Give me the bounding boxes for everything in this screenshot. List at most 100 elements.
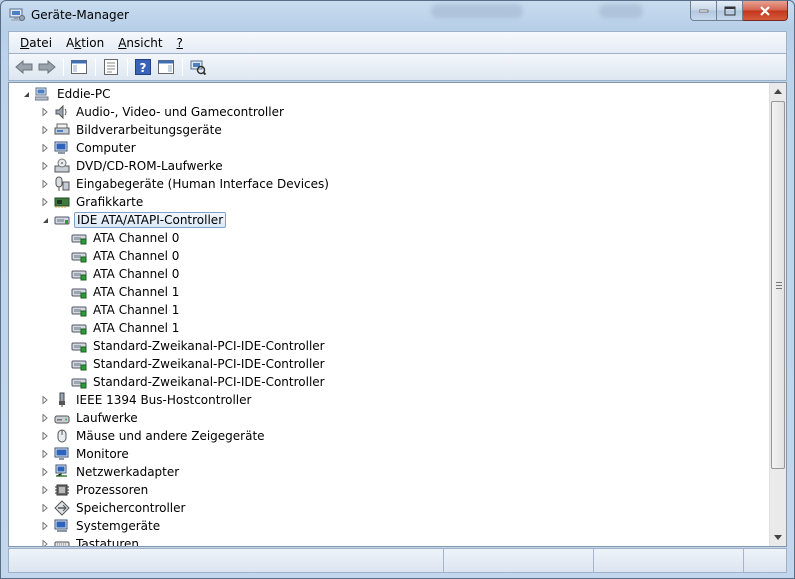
- speaker-icon: [55, 104, 67, 120]
- tree-category[interactable]: Monitore: [40, 445, 131, 463]
- ide-controller-icon: [54, 216, 70, 225]
- tree-category[interactable]: Tastaturen: [40, 535, 141, 546]
- tree-category[interactable]: Speichercontroller: [40, 499, 187, 517]
- action-pane-icon: [158, 60, 174, 74]
- ata-channel-icon: [71, 360, 87, 371]
- expand-arrow-icon[interactable]: [40, 391, 50, 409]
- expand-arrow-icon[interactable]: [40, 427, 50, 445]
- processor-icon: [55, 484, 69, 496]
- mouse-icon: [57, 429, 67, 443]
- help-button[interactable]: ?: [132, 56, 154, 78]
- svg-text:?: ?: [140, 61, 147, 75]
- tree-category[interactable]: Audio-, Video- und Gamecontroller: [40, 103, 286, 121]
- expand-arrow-icon[interactable]: [40, 139, 50, 157]
- expand-arrow-icon[interactable]: [40, 517, 50, 535]
- tree-node-label: Audio-, Video- und Gamecontroller: [76, 105, 284, 119]
- title-background-blur: [431, 4, 523, 18]
- forward-arrow-icon: [38, 60, 56, 74]
- vertical-scrollbar[interactable]: [769, 83, 786, 546]
- hid-icon: [55, 176, 70, 191]
- scan-hardware-button[interactable]: [187, 56, 209, 78]
- scrollbar-thumb[interactable]: [771, 101, 785, 469]
- tree-category[interactable]: IDE ATA/ATAPI-Controller: [40, 211, 227, 229]
- expand-arrow-icon[interactable]: [40, 481, 50, 499]
- expand-arrow-icon[interactable]: [40, 463, 50, 481]
- back-button[interactable]: [13, 56, 35, 78]
- menu-datei[interactable]: Datei: [13, 36, 59, 50]
- tree-node-label: Eddie-PC: [57, 87, 111, 101]
- title-bar[interactable]: Geräte-Manager: [1, 1, 794, 31]
- toolbar-separator: [95, 58, 96, 76]
- tree-category[interactable]: DVD/CD-ROM-Laufwerke: [40, 157, 225, 175]
- show-hide-console-tree-button[interactable]: [68, 56, 90, 78]
- close-button[interactable]: [743, 1, 788, 21]
- expand-arrow-icon[interactable]: [40, 157, 50, 175]
- tree-device[interactable]: ATA Channel 0: [71, 229, 181, 247]
- tree-device[interactable]: ATA Channel 0: [71, 265, 181, 283]
- help-icon: ?: [135, 59, 151, 75]
- tree-category[interactable]: Computer: [40, 139, 138, 157]
- computer-root-icon: [35, 87, 49, 101]
- monitor-icon: [54, 447, 69, 460]
- device-tree: Eddie-PC Audio-, Video- und Gamecontrolle…: [9, 83, 771, 546]
- disk-drive-icon: [54, 415, 70, 424]
- collapse-arrow-icon[interactable]: [40, 211, 50, 229]
- tree-device[interactable]: Standard-Zweikanal-PCI-IDE-Controller: [71, 337, 327, 355]
- expand-arrow-icon[interactable]: [40, 409, 50, 427]
- properties-icon: [104, 59, 118, 75]
- tree-root-computer[interactable]: Eddie-PC: [21, 85, 112, 103]
- tree-node-label: ATA Channel 0: [93, 249, 180, 263]
- tree-node-label: Netzwerkadapter: [76, 465, 180, 479]
- tree-category[interactable]: Mäuse und andere Zeigegeräte: [40, 427, 267, 445]
- tree-node-label: IDE ATA/ATAPI-Controller: [74, 212, 227, 228]
- tree-category[interactable]: IEEE 1394 Bus-Hostcontroller: [40, 391, 253, 409]
- tree-category[interactable]: Prozessoren: [40, 481, 150, 499]
- menu-help[interactable]: ?: [170, 36, 190, 50]
- expand-arrow-icon[interactable]: [40, 175, 50, 193]
- tree-category[interactable]: Eingabegeräte (Human Interface Devices): [40, 175, 331, 193]
- expand-arrow-icon[interactable]: [40, 193, 50, 211]
- menu-ansicht[interactable]: Ansicht: [111, 36, 169, 50]
- tree-category[interactable]: Grafikkarte: [40, 193, 145, 211]
- tree-node-label: ATA Channel 0: [93, 267, 180, 281]
- status-pane: [444, 549, 594, 572]
- status-pane: [594, 549, 744, 572]
- minimize-button[interactable]: [690, 1, 717, 21]
- expand-arrow-icon[interactable]: [40, 535, 50, 546]
- show-hide-console-tree-icon: [71, 60, 87, 74]
- restore-icon: [724, 6, 735, 15]
- tree-device[interactable]: Standard-Zweikanal-PCI-IDE-Controller: [71, 373, 327, 391]
- tree-device[interactable]: ATA Channel 1: [71, 319, 181, 337]
- expand-arrow-icon[interactable]: [40, 103, 50, 121]
- tree-device[interactable]: ATA Channel 1: [71, 283, 181, 301]
- tree-device[interactable]: ATA Channel 1: [71, 301, 181, 319]
- computer-icon: [54, 141, 68, 154]
- expand-arrow-icon[interactable]: [40, 499, 50, 517]
- forward-button[interactable]: [36, 56, 58, 78]
- ata-channel-icon: [71, 270, 87, 281]
- tree-category[interactable]: Bildverarbeitungsgeräte: [40, 121, 224, 139]
- tree-device[interactable]: Standard-Zweikanal-PCI-IDE-Controller: [71, 355, 327, 373]
- tree-device[interactable]: ATA Channel 0: [71, 247, 181, 265]
- scroll-up-button[interactable]: [770, 83, 786, 100]
- action-pane-button[interactable]: [155, 56, 177, 78]
- tree-node-label: Standard-Zweikanal-PCI-IDE-Controller: [93, 339, 325, 353]
- tree-node-label: Mäuse und andere Zeigegeräte: [76, 429, 265, 443]
- device-manager-window: Geräte-Manager Datei Aktion Ansicht? ? E…: [0, 0, 795, 579]
- tree-node-label: Standard-Zweikanal-PCI-IDE-Controller: [93, 357, 325, 371]
- title-background-blur: [599, 4, 643, 18]
- tree-category[interactable]: Laufwerke: [40, 409, 140, 427]
- tree-category[interactable]: Systemgeräte: [40, 517, 162, 535]
- tree-node-label: DVD/CD-ROM-Laufwerke: [76, 159, 223, 173]
- toolbar-separator: [127, 58, 128, 76]
- keyboard-icon: [54, 541, 70, 546]
- maximize-button[interactable]: [717, 1, 743, 21]
- menu-aktion[interactable]: Aktion: [59, 36, 111, 50]
- collapse-arrow-icon[interactable]: [21, 85, 31, 103]
- expand-arrow-icon[interactable]: [40, 445, 50, 463]
- properties-button[interactable]: [100, 56, 122, 78]
- expand-arrow-icon[interactable]: [40, 121, 50, 139]
- scroll-down-button[interactable]: [770, 529, 786, 546]
- tree-category[interactable]: Netzwerkadapter: [40, 463, 181, 481]
- back-arrow-icon: [15, 60, 33, 74]
